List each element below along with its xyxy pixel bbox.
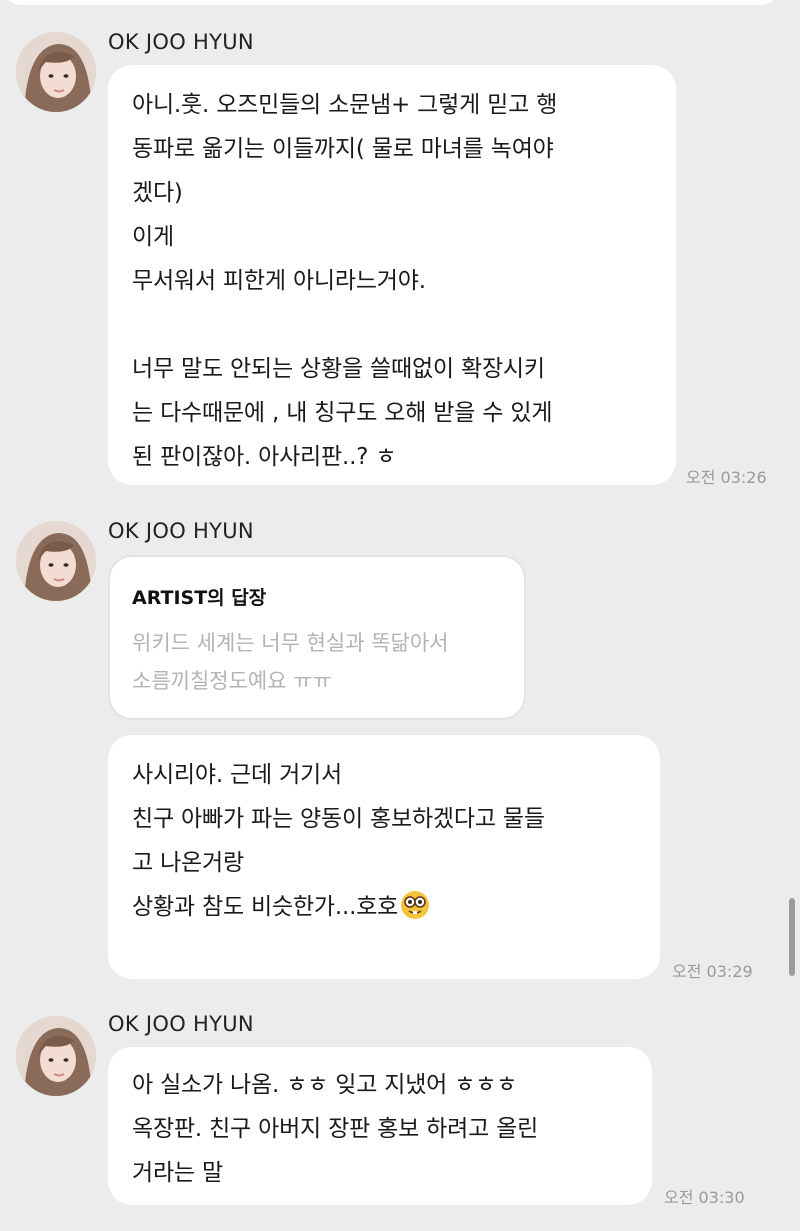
message-line: 너무 말도 안되는 상황을 쓸때없이 확장시키 <box>132 356 545 382</box>
message-timestamp: 오전 03:29 <box>672 962 753 981</box>
message-timestamp: 오전 03:26 <box>686 468 767 487</box>
message-line: 옥장판. 친구 아버지 장판 홍보 하려고 올린 <box>132 1116 539 1142</box>
sender-avatar[interactable] <box>16 32 96 112</box>
message-line: 무서워서 피한게 아니라느거야. <box>132 268 426 294</box>
message-bubble[interactable]: 아 실소가 나옴. ㅎㅎ 잊고 지냈어 ㅎㅎㅎ 옥장판. 친구 아버지 장판 홍… <box>108 1047 652 1205</box>
chat-screen: OK JOO HYUN 아니.훗. 오즈민들의 소문냄+ 그렇게 믿고 행 동파… <box>0 0 800 1231</box>
message-line: 된 판이잖아. 아사리판..? ㅎ <box>132 444 397 470</box>
message-line-with-emoji: 상황과 참도 비슷한가...호호 <box>132 887 430 921</box>
sender-name: OK JOO HYUN <box>108 1012 254 1036</box>
avatar-photo-icon <box>16 32 96 112</box>
message-line: 고 나온거랑 <box>132 850 244 876</box>
message-line: 아 실소가 나옴. ㅎㅎ 잊고 지냈어 ㅎㅎㅎ <box>132 1072 518 1098</box>
reply-text-line: 소름끼칠정도예요 ㅠㅠ <box>132 669 332 693</box>
message-line: 는 다수때문에 , 내 칭구도 오해 받을 수 있게 <box>132 400 553 426</box>
reply-heading: ARTIST의 답장 <box>132 587 267 609</box>
sender-name: OK JOO HYUN <box>108 519 254 543</box>
message-bubble[interactable]: 사시리야. 근데 거기서 친구 아빠가 파는 양동이 홍보하겠다고 물들 고 나… <box>108 735 660 979</box>
message-line: 겠다) <box>132 180 183 206</box>
message-bubble[interactable]: 아니.훗. 오즈민들의 소문냄+ 그렇게 믿고 행 동파로 옮기는 이들까지( … <box>108 65 676 485</box>
message-line: 이게 <box>132 224 174 250</box>
message-line: 동파로 옮기는 이들까지( 물로 마녀를 녹여야 <box>132 136 554 162</box>
avatar-photo-icon <box>16 521 96 601</box>
sender-avatar[interactable] <box>16 1016 96 1096</box>
message-line: 사시리야. 근데 거기서 <box>132 762 342 788</box>
scrollbar-thumb[interactable] <box>789 898 795 976</box>
reply-text-line: 위키드 세계는 너무 현실과 똑닮아서 <box>132 631 449 655</box>
message-line: 친구 아빠가 파는 양동이 홍보하겠다고 물들 <box>132 806 545 832</box>
message-timestamp: 오전 03:30 <box>664 1188 745 1207</box>
message-text: 상황과 참도 비슷한가...호호 <box>132 894 399 920</box>
artist-reply-card[interactable]: ARTIST의 답장 위키드 세계는 너무 현실과 똑닮아서 소름끼칠정도예요 … <box>108 555 526 720</box>
previous-message-bubble <box>0 0 782 5</box>
nerd-face-emoji-icon <box>401 891 430 919</box>
message-line: 아니.훗. 오즈민들의 소문냄+ 그렇게 믿고 행 <box>132 92 558 118</box>
avatar-photo-icon <box>16 1016 96 1096</box>
sender-avatar[interactable] <box>16 521 96 601</box>
sender-name: OK JOO HYUN <box>108 30 254 54</box>
message-line: 거라는 말 <box>132 1160 223 1186</box>
